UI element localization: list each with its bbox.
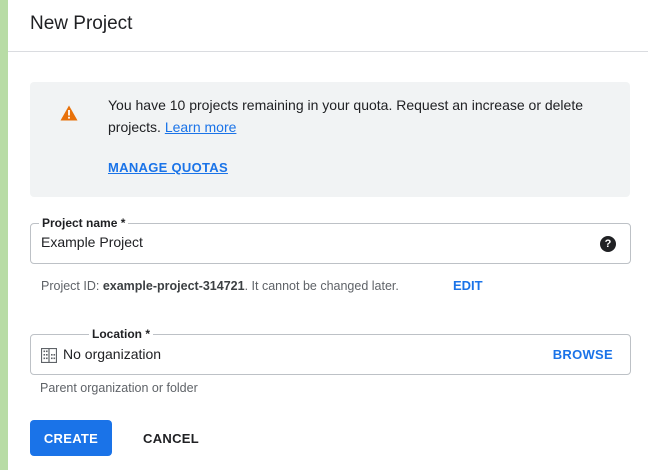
project-id-text: Project ID: example-project-314721. It c… <box>41 279 399 293</box>
quota-notice: You have 10 projects remaining in your q… <box>30 82 630 197</box>
project-name-input[interactable] <box>41 234 581 250</box>
cancel-button[interactable]: CANCEL <box>126 420 216 456</box>
project-id-prefix: Project ID: <box>41 279 103 293</box>
location-value: No organization <box>63 346 162 362</box>
location-helper-text: Parent organization or folder <box>40 381 198 395</box>
building-icon <box>41 348 57 363</box>
location-field[interactable]: Location * No organization BROWSE <box>30 327 631 375</box>
create-button[interactable]: CREATE <box>30 420 112 456</box>
page-title: New Project <box>30 13 133 34</box>
help-icon[interactable]: ? <box>600 236 616 252</box>
dialog-header: New Project <box>8 0 648 52</box>
learn-more-link[interactable]: Learn more <box>165 119 237 135</box>
edit-project-id-button[interactable]: EDIT <box>453 278 483 293</box>
browse-button[interactable]: BROWSE <box>553 347 613 362</box>
location-label: Location * <box>89 327 154 341</box>
manage-quotas-link[interactable]: MANAGE QUOTAS <box>108 160 228 175</box>
warning-icon <box>60 105 78 121</box>
project-id-value: example-project-314721 <box>102 279 245 293</box>
project-name-field[interactable]: Project name * ? <box>30 216 631 264</box>
project-name-label: Project name * <box>39 216 129 230</box>
new-project-dialog: New Project You have 10 projects remaini… <box>8 0 648 470</box>
project-id-suffix: . It cannot be changed later. <box>244 279 399 293</box>
quota-message: You have 10 projects remaining in your q… <box>108 94 608 138</box>
